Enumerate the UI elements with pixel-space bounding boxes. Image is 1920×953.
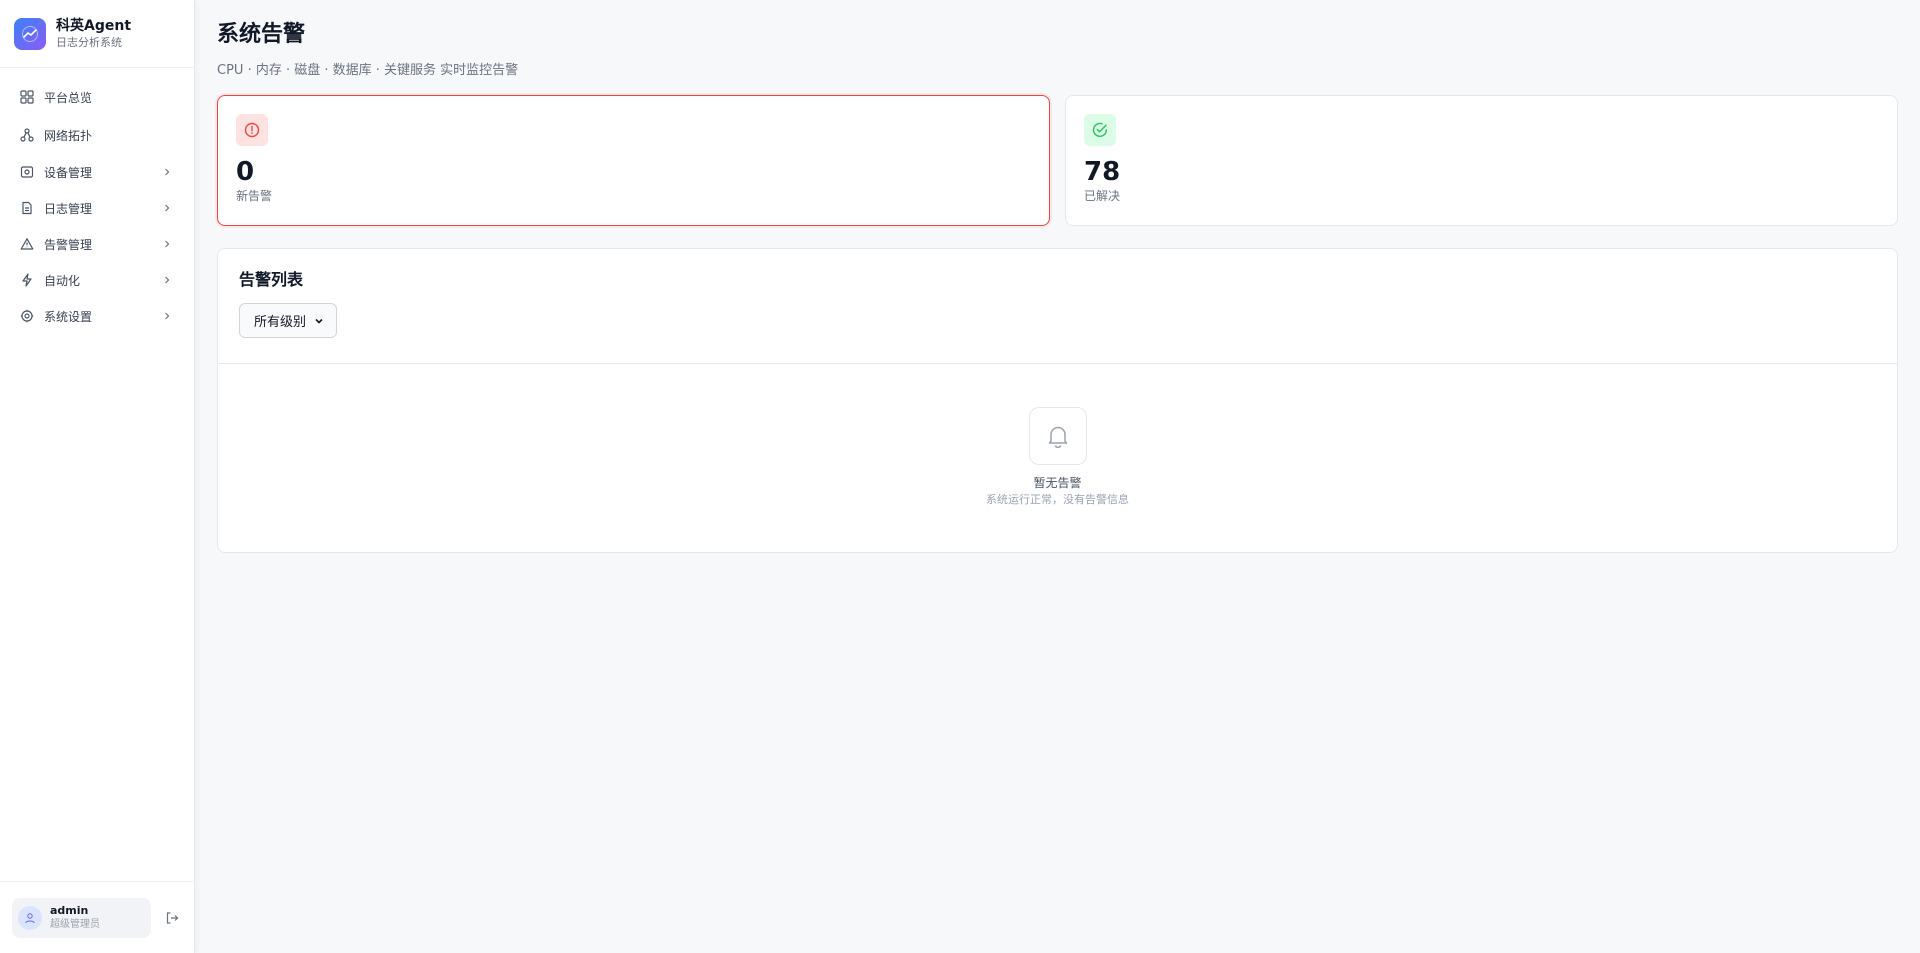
sidebar-item-label: 告警管理 (44, 237, 93, 252)
sidebar-item-devices[interactable]: 设备管理 (0, 154, 194, 190)
empty-state-title: 暂无告警 (1033, 476, 1082, 490)
avatar (18, 905, 42, 930)
user-panel: admin 超级管理员 (0, 881, 195, 953)
sidebar-item-topology[interactable]: 网络拓扑 (0, 116, 194, 154)
main-content: 系统告警 CPU · 内存 · 磁盘 · 数据库 · 关键服务 实时监控告警 0… (217, 0, 1899, 553)
stat-card-resolved[interactable]: 78 已解决 (1065, 95, 1898, 226)
chevron-right-icon (162, 311, 172, 321)
brand-subtitle: 日志分析系统 (56, 35, 122, 49)
user-card[interactable]: admin 超级管理员 (12, 897, 151, 938)
gear-icon (20, 309, 34, 323)
sidebar-nav: 平台总览 网络拓扑 设备管理 日志管理 告警管理 自动化 系统设置 (0, 68, 194, 334)
sidebar-item-label: 设备管理 (44, 165, 93, 180)
sidebar-item-overview[interactable]: 平台总览 (0, 78, 194, 116)
alert-list-title: 告警列表 (239, 270, 304, 289)
sidebar-item-settings[interactable]: 系统设置 (0, 298, 194, 334)
alert-list-header: 告警列表 所有级别 (218, 249, 1897, 364)
network-icon (20, 128, 34, 142)
sidebar-item-logs[interactable]: 日志管理 (0, 190, 194, 226)
brand: 科英Agent 日志分析系统 (0, 0, 194, 68)
device-icon (20, 165, 34, 179)
stat-value: 78 (1084, 157, 1121, 187)
level-filter-select[interactable]: 所有级别 (239, 303, 337, 338)
sidebar-item-label: 网络拓扑 (44, 128, 93, 143)
user-role: 超级管理员 (50, 919, 100, 930)
stat-label: 新告警 (236, 189, 273, 203)
logout-icon[interactable] (165, 911, 179, 925)
sidebar: 科英Agent 日志分析系统 平台总览 网络拓扑 设备管理 日志管理 告警管理 … (0, 0, 195, 953)
user-name: admin (50, 904, 89, 917)
grid-icon (20, 90, 34, 104)
stats-row: 0 新告警 78 已解决 (217, 95, 1899, 226)
sidebar-item-label: 系统设置 (44, 309, 93, 324)
stat-value: 0 (236, 157, 255, 187)
level-filter-value: 所有级别 (254, 315, 307, 330)
chevron-right-icon (162, 239, 172, 249)
sidebar-item-label: 日志管理 (44, 201, 93, 216)
alert-circle-icon (236, 114, 268, 146)
warning-icon (20, 237, 34, 251)
chevron-down-icon (314, 316, 324, 326)
chevron-right-icon (162, 203, 172, 213)
chevron-right-icon (162, 167, 172, 177)
page-title: 系统告警 (217, 22, 306, 47)
chevron-right-icon (162, 275, 172, 285)
page-subtitle: CPU · 内存 · 磁盘 · 数据库 · 关键服务 实时监控告警 (217, 63, 519, 78)
sidebar-item-alerts[interactable]: 告警管理 (0, 226, 194, 262)
check-circle-icon (1084, 114, 1116, 146)
alert-list-panel: 告警列表 所有级别 暂无告警 系统运行正常，没有告警信息 (217, 248, 1898, 553)
sidebar-item-label: 自动化 (44, 273, 81, 288)
empty-state: 暂无告警 系统运行正常，没有告警信息 (218, 364, 1897, 507)
sidebar-item-automation[interactable]: 自动化 (0, 262, 194, 298)
lightning-icon (20, 273, 34, 287)
file-icon (20, 201, 34, 215)
empty-state-subtitle: 系统运行正常，没有告警信息 (986, 493, 1129, 506)
sidebar-item-label: 平台总览 (44, 90, 93, 105)
stat-label: 已解决 (1084, 189, 1121, 203)
stat-card-new-alerts[interactable]: 0 新告警 (217, 95, 1050, 226)
brand-logo (14, 17, 46, 50)
bell-icon (1028, 407, 1087, 465)
brand-title: 科英Agent (56, 17, 132, 34)
